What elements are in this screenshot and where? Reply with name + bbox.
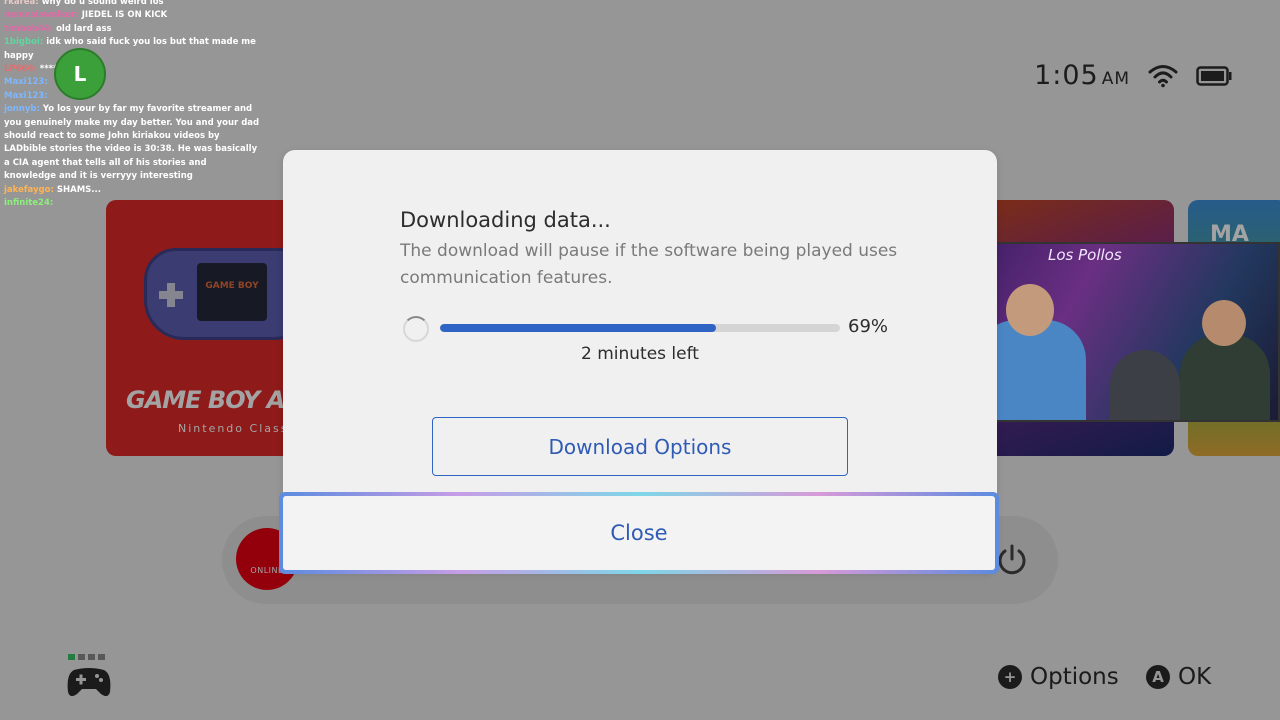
- chat-message: jonnyb: Yo los your by far my favorite st…: [4, 103, 260, 183]
- stream-chat: rkarea: why do u sound weird los nemesiswa…: [4, 0, 260, 211]
- progress-fill: [440, 324, 716, 332]
- download-progress-bar: [440, 324, 840, 332]
- dialog-description: The download will pause if the software …: [400, 241, 898, 288]
- chat-text: why do u sound weird los: [41, 0, 164, 7]
- close-button[interactable]: Close: [283, 496, 995, 570]
- chat-username: nemesiswalker:: [4, 10, 79, 21]
- chat-message: Maxi123:: [4, 76, 260, 89]
- chat-message: rkarea: why do u sound weird los: [4, 0, 260, 9]
- guest: [1180, 300, 1270, 420]
- chat-username: Maxi123:: [4, 90, 48, 101]
- chat-username: 1bigboi:: [4, 37, 44, 48]
- chat-username: timbob44:: [4, 23, 54, 34]
- avatar: [54, 48, 106, 100]
- loading-spinner-icon: [403, 316, 429, 342]
- chat-text: SHAMS...: [56, 184, 101, 195]
- chat-username: rkarea:: [4, 0, 39, 7]
- download-options-button[interactable]: Download Options: [432, 417, 848, 476]
- chat-username: infinite24:: [4, 198, 54, 209]
- chat-username: LP666:: [4, 64, 37, 75]
- chat-message: LP666: ******: [4, 63, 260, 76]
- webcam-overlay: Los Pollos: [958, 242, 1280, 422]
- chat-message: Maxi123:: [4, 90, 260, 103]
- chat-username: jakefaygo:: [4, 184, 54, 195]
- time-remaining: 2 minutes left: [581, 344, 699, 364]
- close-button-focus-ring: Close: [279, 492, 999, 574]
- chat-text: Yo los your by far my favorite streamer …: [4, 104, 260, 182]
- chat-message: infinite24:: [4, 197, 260, 210]
- dialog-title: Downloading data...: [400, 208, 611, 232]
- chat-message: timbob44: old lard ass: [4, 23, 260, 36]
- chat-message: 1bigboi: idk who said fuck you los but th…: [4, 36, 260, 63]
- chat-username: Maxi123:: [4, 77, 48, 88]
- chat-message: nemesiswalker: JIEDEL IS ON KICK: [4, 9, 260, 22]
- progress-percent: 69%: [848, 316, 889, 337]
- chat-text: JIEDEL IS ON KICK: [81, 10, 168, 21]
- chat-text: old lard ass: [56, 23, 112, 34]
- guest: [1110, 350, 1180, 420]
- chat-message: jakefaygo: SHAMS...: [4, 184, 260, 197]
- neon-sign: Los Pollos: [1048, 246, 1122, 264]
- chat-username: jonnyb:: [4, 104, 40, 115]
